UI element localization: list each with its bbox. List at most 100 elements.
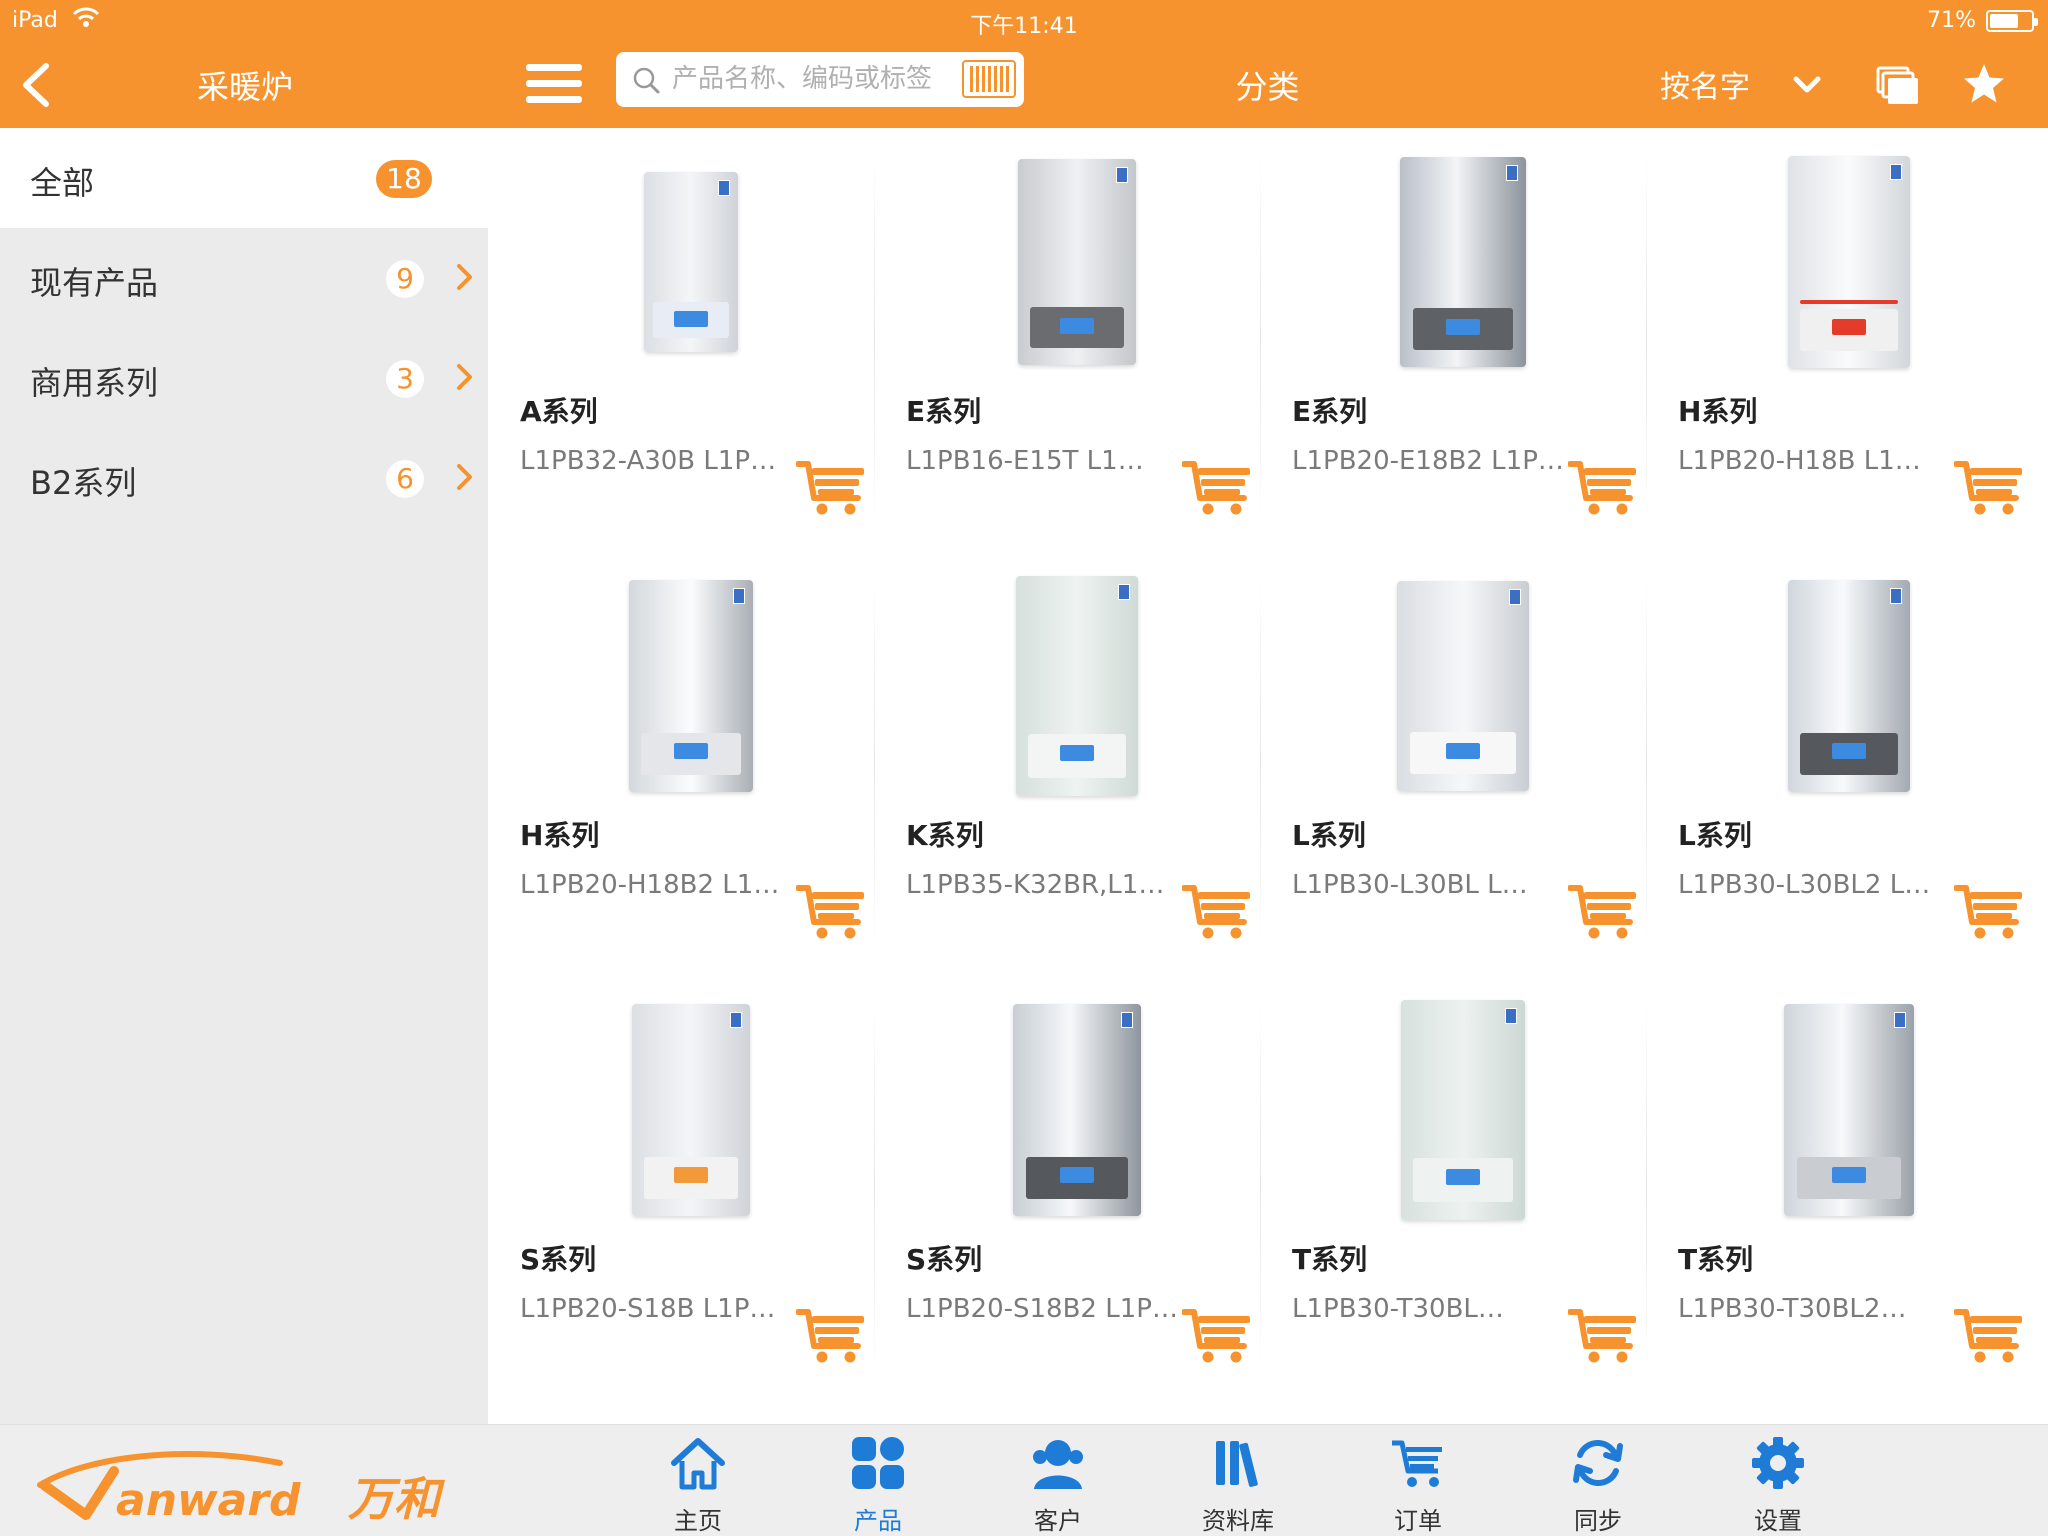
product-card[interactable]: T系列 L1PB30-T30BL2… (1646, 976, 2032, 1400)
tab-home[interactable]: 主页 (628, 1425, 768, 1536)
back-arrow-icon[interactable] (16, 60, 56, 110)
boiler-thumbnail (1397, 581, 1529, 791)
product-image[interactable] (1646, 570, 2032, 792)
library-icon (1216, 1441, 1258, 1487)
product-image[interactable] (874, 994, 1260, 1216)
add-to-cart-icon[interactable] (1954, 458, 2024, 516)
tab-orders[interactable]: 订单 (1348, 1425, 1488, 1536)
home-icon (671, 1438, 725, 1490)
product-model: L1PB30-T30BL2… (1678, 1294, 1907, 1324)
product-card[interactable]: S系列 L1PB20-S18B L1P… (488, 976, 875, 1400)
sidebar-item-label: 现有产品 (30, 264, 159, 302)
product-series: L系列 (1678, 819, 1752, 852)
product-model: L1PB20-S18B2 L1P… (906, 1294, 1176, 1324)
svg-text:万和: 万和 (347, 1472, 446, 1525)
product-series: A系列 (520, 395, 598, 428)
product-series: K系列 (906, 819, 984, 852)
product-image[interactable] (1260, 570, 1646, 791)
barcode-scan-icon[interactable] (962, 60, 1016, 98)
add-to-cart-icon[interactable] (1568, 1306, 1638, 1364)
product-card[interactable]: H系列 L1PB20-H18B L1… (1646, 128, 2032, 552)
product-series: T系列 (1292, 1243, 1368, 1276)
boiler-thumbnail (1013, 1004, 1141, 1216)
sidebar-item-b2[interactable]: B2系列 6 (0, 428, 488, 528)
boiler-thumbnail (1788, 580, 1910, 792)
tab-label: 同步 (1574, 1507, 1622, 1535)
svg-text:anward: anward (116, 1475, 301, 1525)
product-image[interactable] (488, 994, 874, 1216)
product-card[interactable]: L系列 L1PB30-L30BL L… (1260, 552, 1647, 976)
page-title: 采暖炉 (196, 68, 293, 106)
product-card[interactable]: S系列 L1PB20-S18B2 L1P… (874, 976, 1261, 1400)
search-input[interactable] (672, 60, 972, 98)
product-card[interactable]: E系列 L1PB16-E15T L1… (874, 128, 1261, 552)
add-to-cart-icon[interactable] (796, 458, 866, 516)
product-image[interactable] (874, 146, 1260, 366)
product-series: E系列 (1292, 395, 1368, 428)
product-card[interactable]: T系列 L1PB30-T30BL… (1260, 976, 1647, 1400)
sidebar-item-commercial[interactable]: 商用系列 3 (0, 328, 488, 428)
count-badge: 6 (386, 460, 424, 498)
product-image[interactable] (488, 570, 874, 792)
product-image[interactable] (1646, 146, 2032, 368)
sidebar-item-label: B2系列 (30, 464, 137, 502)
product-image[interactable] (488, 146, 874, 366)
menu-icon[interactable] (526, 64, 582, 108)
layers-icon[interactable] (1876, 66, 1920, 106)
product-image[interactable] (1646, 994, 2032, 1216)
chevron-right-icon (457, 464, 472, 490)
top-bar: iPad 下午11:41 71% 采暖炉 分类 按名字 (0, 0, 2048, 128)
product-model: L1PB16-E15T L1… (906, 446, 1144, 476)
product-model: L1PB20-S18B L1P… (520, 1294, 776, 1324)
product-image[interactable] (874, 570, 1260, 796)
product-image[interactable] (1260, 146, 1646, 367)
sidebar-item-current-products[interactable]: 现有产品 9 (0, 228, 488, 328)
tab-settings[interactable]: 设置 (1708, 1425, 1848, 1536)
tab-label: 设置 (1754, 1507, 1802, 1535)
add-to-cart-icon[interactable] (1568, 458, 1638, 516)
add-to-cart-icon[interactable] (796, 882, 866, 940)
product-card[interactable]: A系列 L1PB32-A30B L1P… (488, 128, 875, 552)
chevron-down-icon[interactable] (1792, 74, 1822, 96)
product-card[interactable]: K系列 L1PB35-K32BR,L1… (874, 552, 1261, 976)
search-icon (633, 67, 660, 94)
chevron-right-icon (457, 264, 472, 290)
tab-label: 主页 (674, 1507, 722, 1535)
star-icon[interactable] (1962, 62, 2006, 106)
product-series: S系列 (520, 1243, 597, 1276)
sidebar-item-label: 商用系列 (30, 364, 159, 402)
category-sidebar: 全部 18 现有产品 9 商用系列 3 B2系列 6 分类 标签 (0, 128, 488, 1536)
tab-library[interactable]: 资料库 (1168, 1425, 1308, 1536)
boiler-thumbnail (1788, 156, 1910, 368)
product-card[interactable]: E系列 L1PB20-E18B2 L1P… (1260, 128, 1647, 552)
add-to-cart-icon[interactable] (1182, 882, 1252, 940)
product-image[interactable] (1260, 994, 1646, 1220)
search-box[interactable] (616, 52, 1024, 107)
count-badge: 3 (386, 360, 424, 398)
product-card[interactable]: H系列 L1PB20-H18B2 L1… (488, 552, 875, 976)
add-to-cart-icon[interactable] (1568, 882, 1638, 940)
product-series: T系列 (1678, 1243, 1754, 1276)
add-to-cart-icon[interactable] (796, 1306, 866, 1364)
product-model: L1PB20-H18B2 L1… (520, 870, 780, 900)
boiler-thumbnail (1400, 157, 1526, 367)
sidebar-item-label: 全部 (30, 164, 95, 202)
products-icon (852, 1437, 904, 1489)
product-model: L1PB20-E18B2 L1P… (1292, 446, 1562, 476)
boiler-thumbnail (1018, 159, 1136, 365)
customers-icon (1033, 1440, 1083, 1489)
add-to-cart-icon[interactable] (1182, 458, 1252, 516)
product-model: L1PB30-L30BL2 L… (1678, 870, 1931, 900)
tab-sync[interactable]: 同步 (1528, 1425, 1668, 1536)
product-card[interactable]: L系列 L1PB30-L30BL2 L… (1646, 552, 2032, 976)
bottom-tab-bar: anward 万和 主页 产品 客户 资料库 订单 同步 设置 (0, 1424, 2048, 1536)
tab-customers[interactable]: 客户 (988, 1425, 1128, 1536)
sidebar-item-all[interactable]: 全部 18 (0, 128, 488, 228)
status-bar: iPad 下午11:41 71% (0, 0, 2048, 42)
product-series: H系列 (1678, 395, 1758, 428)
add-to-cart-icon[interactable] (1182, 1306, 1252, 1364)
add-to-cart-icon[interactable] (1954, 882, 2024, 940)
tab-products[interactable]: 产品 (808, 1425, 948, 1536)
sort-button[interactable]: 按名字 (1660, 62, 1750, 106)
add-to-cart-icon[interactable] (1954, 1306, 2024, 1364)
